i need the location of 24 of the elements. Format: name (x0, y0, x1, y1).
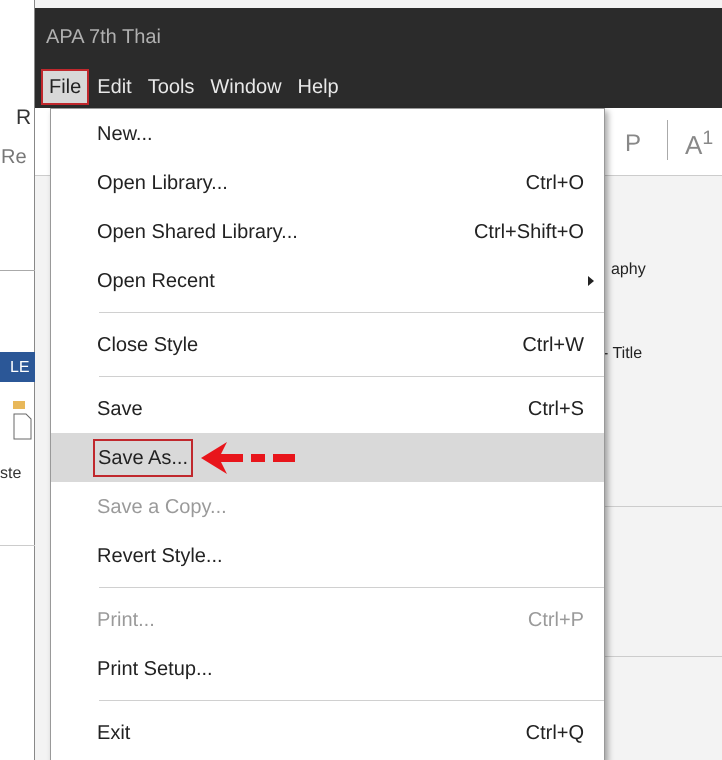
menu-entry[interactable]: Open Recent (51, 256, 604, 305)
menu-entry[interactable]: Revert Style... (51, 531, 604, 580)
menu-item[interactable]: Tools (142, 70, 200, 102)
text-fragment: aphy (611, 260, 646, 280)
menu-entry[interactable]: Exit Ctrl+Q (51, 708, 604, 757)
menu-item[interactable]: Help (292, 70, 345, 102)
text-fragment: R (16, 105, 32, 131)
menu-entry[interactable]: Open Library... Ctrl+O (51, 158, 604, 207)
menu-entry[interactable]: Close Style Ctrl+W (51, 320, 604, 369)
window-title: APA 7th Thai (46, 24, 161, 50)
text-fragment: LE (0, 352, 35, 382)
text-fragment: Re (1, 145, 27, 170)
menu-item[interactable]: Edit (91, 70, 138, 102)
menu-item[interactable]: Window (204, 70, 288, 102)
menu-entry[interactable]: Save As... (51, 433, 604, 482)
menu-item[interactable]: File (43, 70, 88, 102)
menu-entry[interactable]: Save Ctrl+S (51, 384, 604, 433)
menu-entry[interactable]: Print Setup... (51, 644, 604, 693)
document-icon (12, 400, 32, 440)
toolbar-button[interactable]: A$^{1}$ (685, 126, 714, 165)
menu-entry[interactable]: Open Shared Library... Ctrl+Shift+O (51, 207, 604, 256)
toolbar-button[interactable]: P (625, 126, 642, 162)
text-fragment: ste (0, 464, 22, 484)
menu-entry[interactable]: New... (51, 109, 604, 158)
